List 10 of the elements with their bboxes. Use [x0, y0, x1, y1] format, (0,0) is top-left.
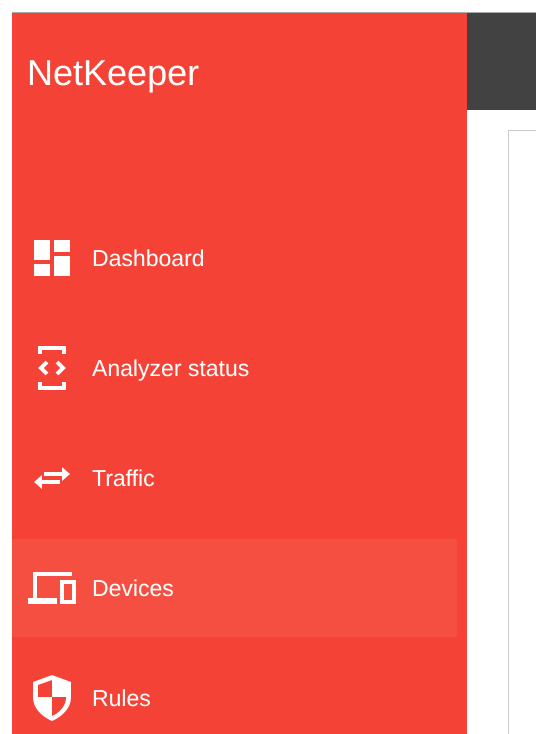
shield-icon: [33, 675, 71, 721]
dashboard-icon: [34, 240, 70, 276]
nav-item[interactable]: Traffic: [12, 429, 457, 527]
nav-item[interactable]: Dashboard: [12, 209, 457, 307]
swap-arrows-icon: [34, 464, 70, 492]
nav-item[interactable]: Analyzer status: [12, 319, 457, 417]
nav-item[interactable]: Rules: [12, 649, 457, 734]
nav-item[interactable]: Devices: [12, 539, 457, 637]
devices-icon: [28, 572, 76, 604]
app-title: NetKeeper: [26, 51, 200, 95]
